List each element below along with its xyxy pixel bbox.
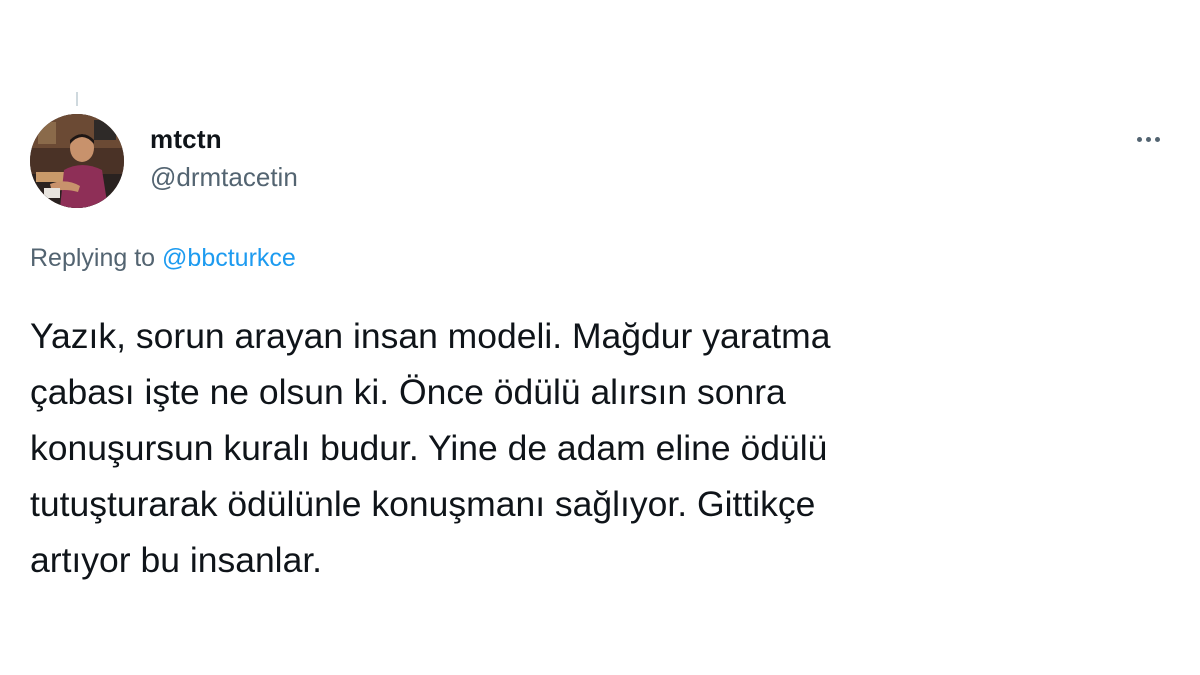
tweet-text-line: konuşursun kuralı budur. Yine de adam el… [30, 428, 828, 468]
tweet-text-line: tutuşturarak ödülünle konuşmanı sağlıyor… [30, 484, 816, 524]
reply-mention-link[interactable]: @bbcturkce [162, 244, 296, 272]
author-display-name[interactable]: mtctn [150, 124, 222, 155]
more-horizontal-icon [1136, 136, 1142, 142]
tweet-text-line: çabası işte ne olsun ki. Önce ödülü alır… [30, 372, 786, 412]
replying-to-context: Replying to @bbcturkce [30, 244, 296, 273]
profile-photo-icon [30, 114, 124, 208]
more-horizontal-icon-dot [1145, 136, 1151, 142]
tweet-text-line: Yazık, sorun arayan insan modeli. Mağdur… [30, 316, 831, 356]
author-handle[interactable]: @drmtacetin [150, 162, 298, 193]
tweet-text-line: artıyor bu insanlar. [30, 540, 323, 580]
more-options-button[interactable] [1128, 124, 1168, 154]
replying-to-label: Replying to [30, 244, 156, 272]
tweet-text: Yazık, sorun arayan insan modeli. Mağdur… [30, 308, 1110, 588]
thread-connector-line [76, 92, 78, 106]
more-horizontal-icon-dot [1154, 136, 1160, 142]
avatar[interactable] [30, 114, 124, 208]
